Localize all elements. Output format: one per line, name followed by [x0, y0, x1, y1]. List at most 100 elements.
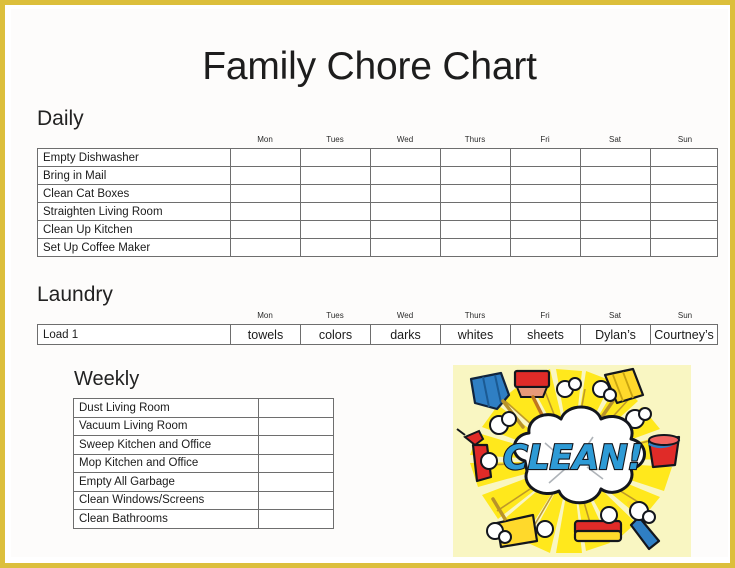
laundry-row-label: Load 1 — [37, 324, 231, 345]
clipart-wordmark: CLEAN! — [503, 438, 643, 478]
daily-cell-sat[interactable] — [580, 238, 651, 257]
laundry-day-mon: Mon — [257, 311, 273, 320]
daily-cell-wed[interactable] — [370, 202, 441, 221]
weekly-chore-label: Sweep Kitchen and Office — [73, 435, 259, 455]
laundry-day-sat: Sat — [608, 311, 621, 320]
laundry-cell-wed[interactable]: darks — [370, 324, 441, 345]
table-row: Clean Up Kitchen — [37, 220, 718, 239]
weekly-check-cell[interactable] — [258, 509, 334, 529]
daily-cell-thurs[interactable] — [440, 184, 511, 203]
daily-cell-mon[interactable] — [230, 184, 301, 203]
laundry-day-header: Mon Tues Wed Thurs Fri Sat Sun — [37, 309, 717, 323]
weekly-chore-label: Vacuum Living Room — [73, 416, 259, 436]
daily-header-spacer — [37, 133, 230, 147]
daily-cell-wed[interactable] — [370, 220, 441, 239]
daily-cell-tues[interactable] — [300, 166, 371, 185]
weekly-check-cell[interactable] — [258, 472, 334, 492]
daily-cell-wed[interactable] — [370, 184, 441, 203]
daily-cell-tues[interactable] — [300, 202, 371, 221]
daily-cell-mon[interactable] — [230, 148, 301, 167]
daily-chore-label: Bring in Mail — [37, 166, 231, 185]
daily-cell-thurs[interactable] — [440, 166, 511, 185]
laundry-header-spacer — [37, 309, 230, 323]
table-row: Clean Cat Boxes — [37, 184, 718, 203]
daily-cell-tues[interactable] — [300, 184, 371, 203]
daily-cell-tues[interactable] — [300, 220, 371, 239]
daily-cell-fri[interactable] — [510, 220, 581, 239]
laundry-day-tues: Tues — [326, 311, 344, 320]
daily-cell-sat[interactable] — [580, 202, 651, 221]
daily-cell-fri[interactable] — [510, 184, 581, 203]
weekly-chore-label: Empty All Garbage — [73, 472, 259, 492]
daily-chore-table: Empty Dishwasher Bring in Mail Clean Cat… — [37, 148, 718, 257]
daily-cell-tues[interactable] — [300, 238, 371, 257]
daily-cell-sat[interactable] — [580, 148, 651, 167]
page-title: Family Chore Chart — [202, 45, 537, 88]
table-row: Empty All Garbage — [73, 472, 334, 492]
daily-cell-fri[interactable] — [510, 238, 581, 257]
daily-day-sun: Sun — [677, 135, 693, 144]
daily-cell-sun[interactable] — [650, 148, 718, 167]
daily-cell-sun[interactable] — [650, 220, 718, 239]
daily-chore-label: Straighten Living Room — [37, 202, 231, 221]
daily-cell-fri[interactable] — [510, 166, 581, 185]
daily-cell-sun[interactable] — [650, 238, 718, 257]
daily-cell-mon[interactable] — [230, 202, 301, 221]
weekly-check-cell[interactable] — [258, 435, 334, 455]
laundry-cell-thurs[interactable]: whites — [440, 324, 511, 345]
daily-cell-wed[interactable] — [370, 148, 441, 167]
table-row: Load 1 towels colors darks whites sheets… — [37, 324, 718, 345]
daily-cell-thurs[interactable] — [440, 202, 511, 221]
daily-cell-sun[interactable] — [650, 202, 718, 221]
daily-day-mon: Mon — [257, 135, 273, 144]
daily-cell-mon[interactable] — [230, 238, 301, 257]
daily-cell-fri[interactable] — [510, 202, 581, 221]
table-row: Mop Kitchen and Office — [73, 453, 334, 473]
daily-cell-fri[interactable] — [510, 148, 581, 167]
table-row: Straighten Living Room — [37, 202, 718, 221]
bucket — [647, 434, 681, 469]
table-row: Empty Dishwasher — [37, 148, 718, 167]
table-row: Set Up Coffee Maker — [37, 238, 718, 257]
weekly-check-cell[interactable] — [258, 416, 334, 436]
daily-cell-sun[interactable] — [650, 166, 718, 185]
daily-cell-thurs[interactable] — [440, 220, 511, 239]
daily-cell-thurs[interactable] — [440, 148, 511, 167]
page-sheet: Family Chore Chart Daily Mon Tues Wed Th… — [11, 9, 728, 557]
daily-cell-wed[interactable] — [370, 166, 441, 185]
table-row: Sweep Kitchen and Office — [73, 435, 334, 455]
laundry-cell-tues[interactable]: colors — [300, 324, 371, 345]
daily-cell-mon[interactable] — [230, 166, 301, 185]
table-row: Bring in Mail — [37, 166, 718, 185]
table-row: Dust Living Room — [73, 398, 334, 418]
laundry-cell-sun[interactable]: Courtney’s — [650, 324, 718, 345]
daily-cell-sat[interactable] — [580, 220, 651, 239]
table-row: Vacuum Living Room — [73, 416, 334, 436]
weekly-check-cell[interactable] — [258, 490, 334, 510]
daily-cell-wed[interactable] — [370, 238, 441, 257]
weekly-check-cell[interactable] — [258, 398, 334, 418]
laundry-cell-sat[interactable]: Dylan’s — [580, 324, 651, 345]
daily-day-fri: Fri — [540, 135, 550, 144]
daily-cell-mon[interactable] — [230, 220, 301, 239]
daily-cell-thurs[interactable] — [440, 238, 511, 257]
laundry-section-heading: Laundry — [37, 283, 113, 306]
laundry-table: Load 1 towels colors darks whites sheets… — [37, 324, 718, 345]
laundry-cell-fri[interactable]: sheets — [510, 324, 581, 345]
daily-day-header: Mon Tues Wed Thurs Fri Sat Sun — [37, 133, 717, 147]
daily-chore-label: Set Up Coffee Maker — [37, 238, 231, 257]
daily-cell-tues[interactable] — [300, 148, 371, 167]
clean-burst-clipart: CLEAN! — [453, 365, 691, 557]
laundry-day-wed: Wed — [396, 311, 414, 320]
laundry-day-thurs: Thurs — [464, 311, 486, 320]
weekly-chore-label: Clean Bathrooms — [73, 509, 259, 529]
laundry-cell-mon[interactable]: towels — [230, 324, 301, 345]
daily-chore-label: Empty Dishwasher — [37, 148, 231, 167]
laundry-day-fri: Fri — [540, 311, 550, 320]
weekly-check-cell[interactable] — [258, 453, 334, 473]
weekly-chore-label: Dust Living Room — [73, 398, 259, 418]
daily-cell-sat[interactable] — [580, 184, 651, 203]
daily-cell-sat[interactable] — [580, 166, 651, 185]
laundry-day-sun: Sun — [677, 311, 693, 320]
daily-cell-sun[interactable] — [650, 184, 718, 203]
